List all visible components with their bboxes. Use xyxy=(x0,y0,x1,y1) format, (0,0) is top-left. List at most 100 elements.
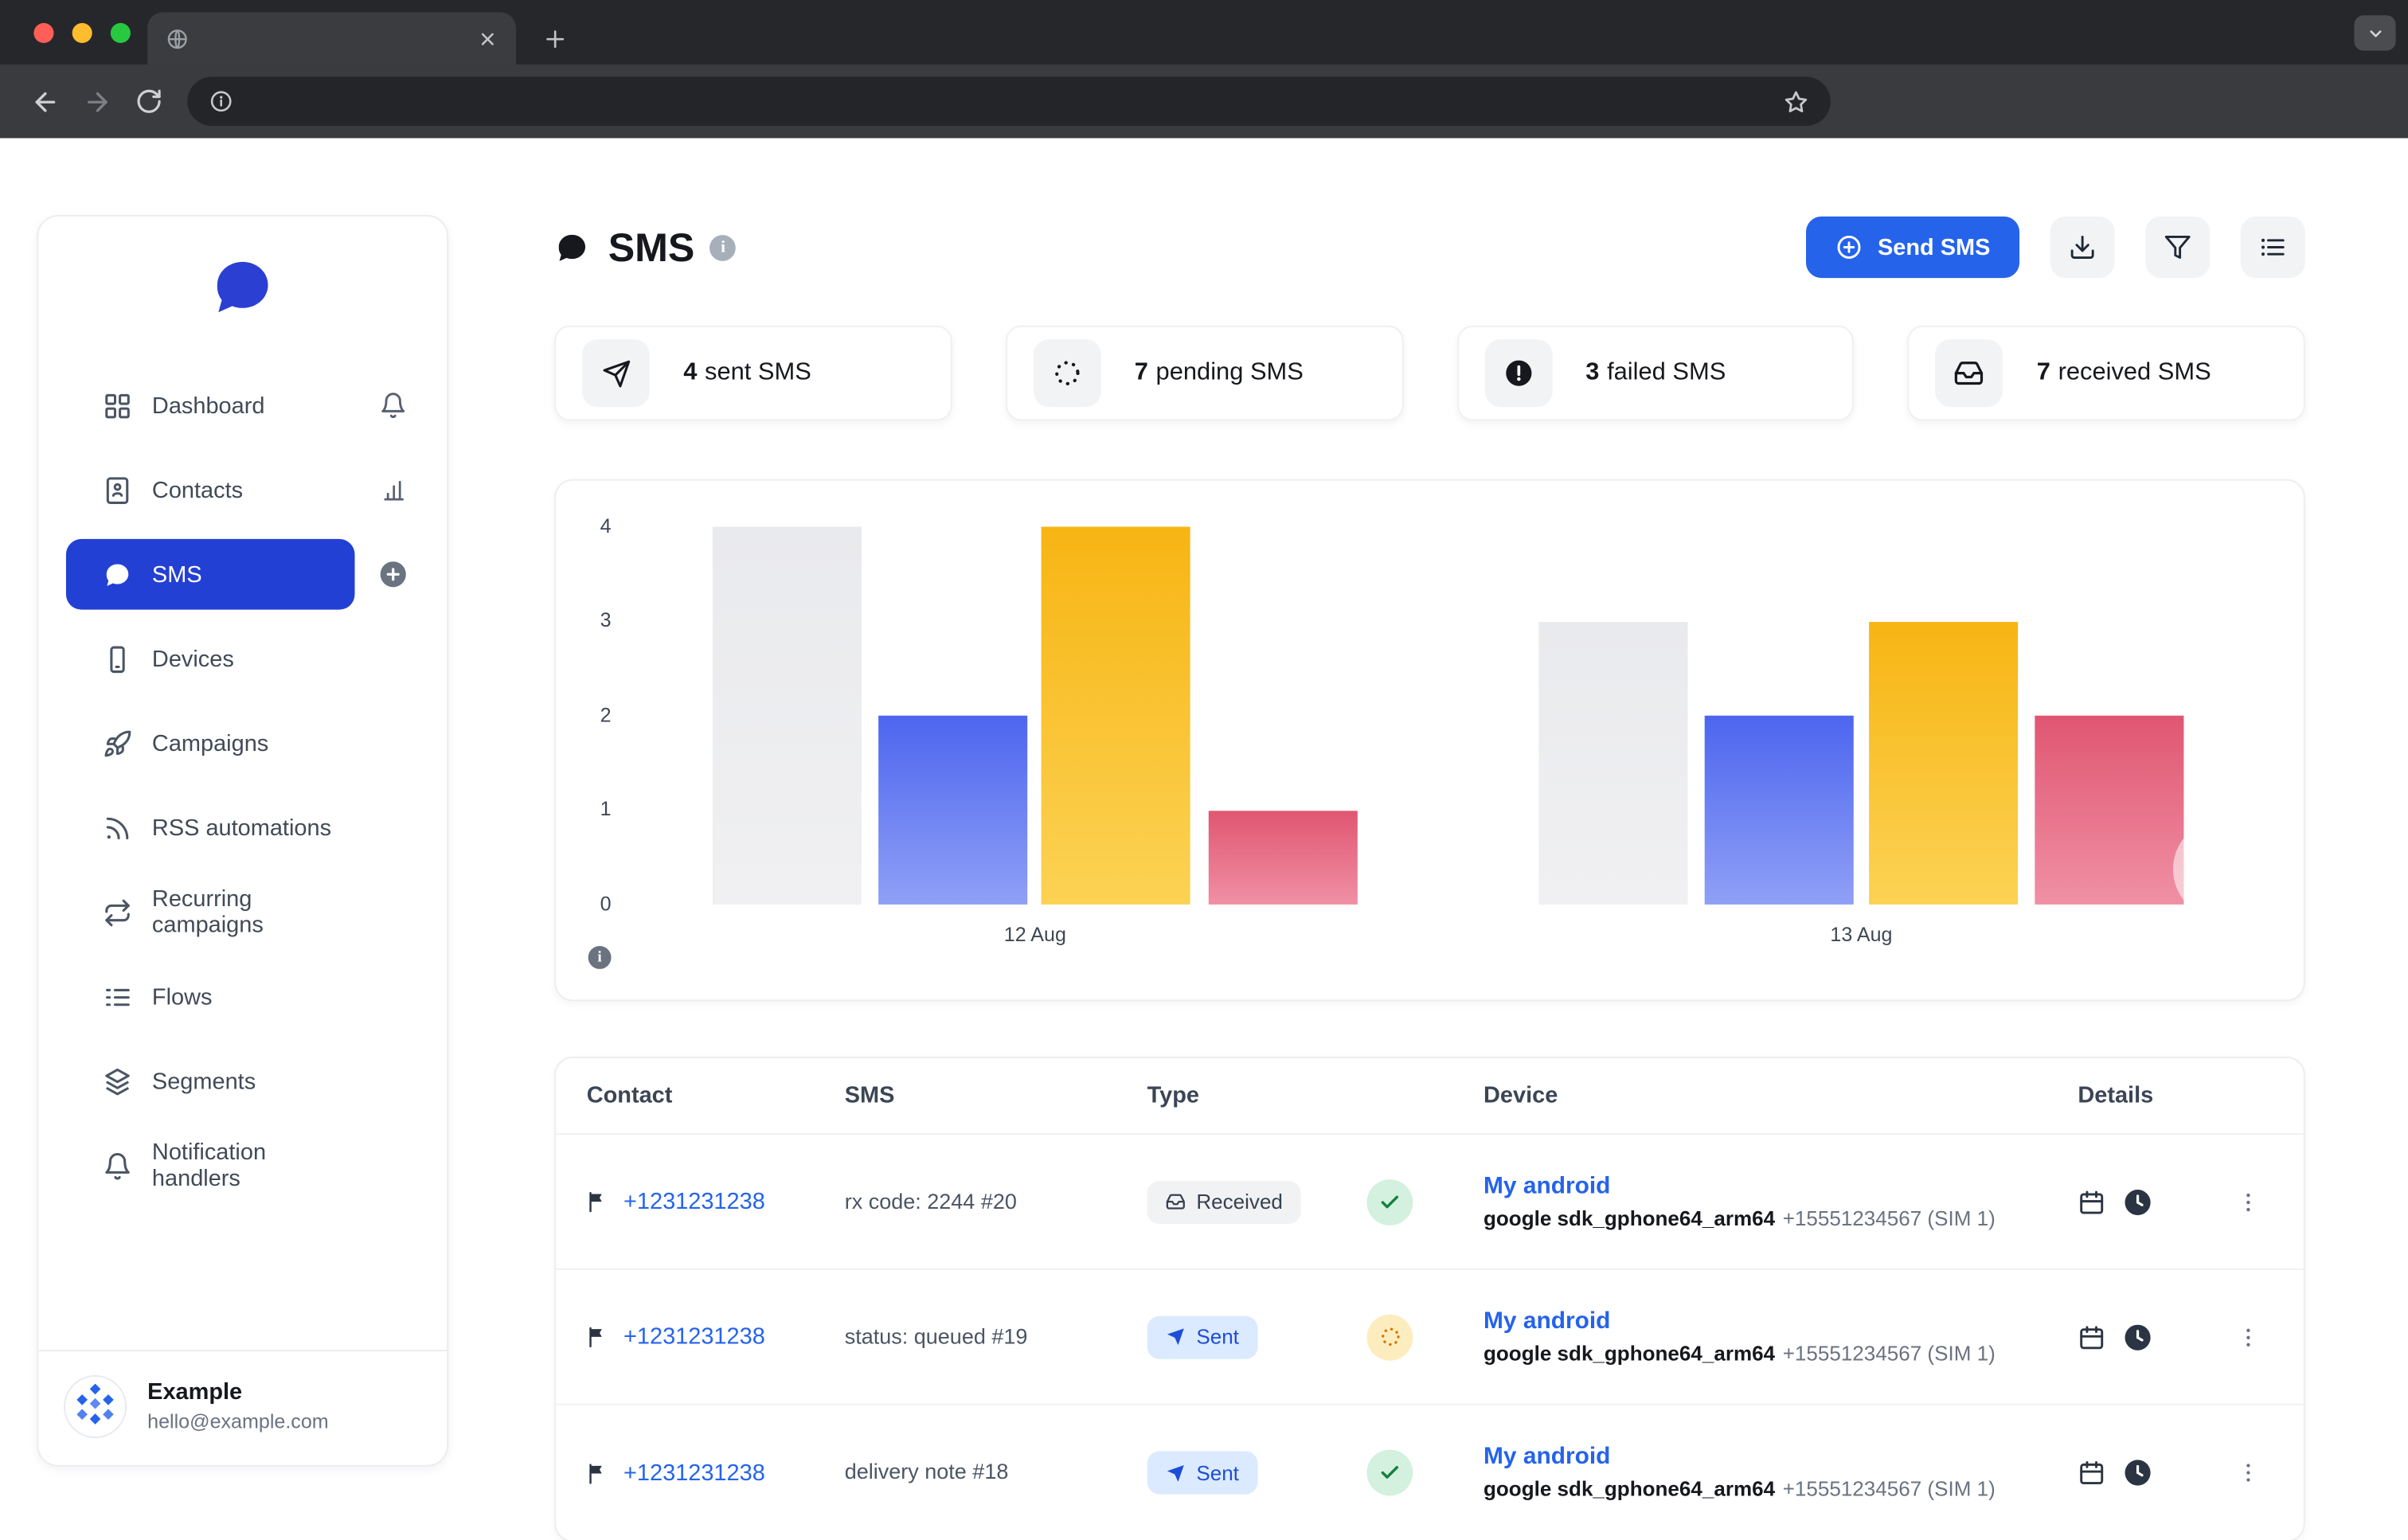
clock-icon[interactable] xyxy=(2122,1186,2153,1218)
row-menu-button[interactable] xyxy=(2236,1190,2261,1214)
chart-bar-received[interactable] xyxy=(713,526,862,904)
sidebar-item-flows[interactable]: Flows xyxy=(66,961,355,1032)
table-row: +1231231238 delivery note #18 Sent xyxy=(556,1405,2304,1540)
browser-tabstrip xyxy=(0,0,2408,64)
chart-bar-sent[interactable] xyxy=(878,716,1027,905)
clock-icon[interactable] xyxy=(2122,1457,2153,1488)
contact-link[interactable]: +1231231238 xyxy=(624,1323,765,1350)
table-row: +1231231238 status: queued #19 Sent xyxy=(556,1270,2304,1405)
chart-plot-area xyxy=(622,526,2276,904)
row-menu-button[interactable] xyxy=(2236,1324,2261,1349)
device-link[interactable]: My android xyxy=(1484,1172,1610,1198)
y-axis-tick: 0 xyxy=(569,892,612,915)
sidebar-item-recurring-campaigns[interactable]: Recurring campaigns xyxy=(66,877,355,948)
chat-bubble-icon xyxy=(103,560,132,589)
tab-search-button[interactable] xyxy=(2354,15,2395,50)
sidebar-item-devices[interactable]: Devices xyxy=(66,623,355,694)
close-tab-icon[interactable] xyxy=(478,29,498,49)
chart-bar-failed[interactable] xyxy=(1209,810,1358,905)
app-logo[interactable] xyxy=(66,250,420,369)
stat-text: 4sent SMS xyxy=(683,359,811,387)
plus-circle-icon[interactable] xyxy=(376,557,409,591)
smartphone-icon xyxy=(103,644,132,674)
calendar-icon[interactable] xyxy=(2078,1188,2105,1216)
sms-table: Contact SMS Type Device Details +1231231… xyxy=(554,1057,2305,1540)
stat-label: pending SMS xyxy=(1156,359,1304,385)
send-sms-button[interactable]: Send SMS xyxy=(1805,217,2019,278)
minimize-window-button[interactable] xyxy=(72,22,92,42)
list-view-button[interactable] xyxy=(2241,217,2305,278)
chart-bar-pending[interactable] xyxy=(1869,621,2018,905)
type-badge-label: Received xyxy=(1196,1190,1283,1214)
account-info: Example hello@example.com xyxy=(147,1378,329,1436)
x-axis-label: 12 Aug xyxy=(1004,923,1066,946)
forward-button[interactable] xyxy=(71,75,123,127)
sidebar-item-label: Segments xyxy=(152,1068,256,1094)
globe-favicon-icon xyxy=(166,27,189,50)
device-number: +15551234567 (SIM 1) xyxy=(1783,1477,1996,1500)
y-axis-tick: 1 xyxy=(569,797,612,820)
type-badge-sent: Sent xyxy=(1147,1451,1257,1494)
calendar-icon[interactable] xyxy=(2078,1459,2105,1487)
url-input[interactable] xyxy=(248,89,1767,114)
chart-bar-received[interactable] xyxy=(1538,621,1687,905)
logo-watermark xyxy=(2173,819,2274,920)
export-button[interactable] xyxy=(2050,217,2115,278)
site-info-icon[interactable] xyxy=(209,89,233,114)
chart-bar-sent[interactable] xyxy=(1705,716,1854,905)
bookmark-star-icon[interactable] xyxy=(1783,88,1809,115)
account-section[interactable]: Example hello@example.com xyxy=(38,1350,447,1465)
nav-row-devices: Devices xyxy=(66,623,420,694)
device-link[interactable]: My android xyxy=(1484,1444,1610,1470)
info-icon[interactable]: i xyxy=(710,234,737,260)
stat-value: 7 xyxy=(2037,359,2050,385)
paper-plane-icon xyxy=(1166,1463,1186,1483)
sidebar-item-contacts[interactable]: Contacts xyxy=(66,455,355,526)
reload-button[interactable] xyxy=(123,75,175,127)
stat-card-failed: 3failed SMS xyxy=(1456,326,1854,421)
device-number: +15551234567 (SIM 1) xyxy=(1783,1206,1996,1229)
nav-row-notifications: Notification handlers xyxy=(66,1130,420,1201)
clock-icon[interactable] xyxy=(2122,1322,2153,1353)
nav-row-dashboard: Dashboard xyxy=(66,370,420,441)
sidebar-item-sms[interactable]: SMS xyxy=(66,539,355,610)
contact-link[interactable]: +1231231238 xyxy=(624,1189,765,1215)
sidebar-item-campaigns[interactable]: Campaigns xyxy=(66,708,355,779)
column-header-device: Device xyxy=(1484,1083,2078,1109)
chart-bar-pending[interactable] xyxy=(1042,526,1190,904)
screen: Dashboard Contacts xyxy=(0,0,2408,1540)
nav-row-recurring: Recurring campaigns xyxy=(66,877,420,948)
bar-chart-icon[interactable] xyxy=(376,473,409,506)
contact-link[interactable]: +1231231238 xyxy=(624,1460,765,1486)
close-window-button[interactable] xyxy=(33,22,53,42)
browser-tab[interactable] xyxy=(147,12,516,64)
send-sms-label: Send SMS xyxy=(1878,234,1990,260)
type-badge-label: Sent xyxy=(1196,1325,1239,1348)
zoom-window-button[interactable] xyxy=(111,22,131,42)
row-menu-button[interactable] xyxy=(2236,1460,2261,1485)
chart-info-icon[interactable]: i xyxy=(588,946,612,969)
device-model: google sdk_gphone64_arm64 xyxy=(1484,1342,1775,1365)
nav-row-contacts: Contacts xyxy=(66,455,420,526)
device-link[interactable]: My android xyxy=(1484,1307,1610,1334)
sidebar-item-dashboard[interactable]: Dashboard xyxy=(66,370,355,441)
sms-text: delivery note #18 xyxy=(845,1459,1009,1483)
calendar-icon[interactable] xyxy=(2078,1323,2105,1350)
sidebar-item-rss-automations[interactable]: RSS automations xyxy=(66,792,355,863)
page-header: SMS i Send SMS xyxy=(554,215,2305,279)
chart-bar-failed[interactable] xyxy=(2035,716,2183,905)
stat-text: 7received SMS xyxy=(2037,359,2211,387)
sidebar-item-notification-handlers[interactable]: Notification handlers xyxy=(66,1130,355,1201)
sidebar-item-label: RSS automations xyxy=(152,815,331,841)
new-tab-button[interactable] xyxy=(534,18,574,58)
stat-card-sent: 4sent SMS xyxy=(554,326,952,421)
sidebar-nav: Dashboard Contacts xyxy=(66,370,420,1215)
window-controls xyxy=(0,22,131,42)
back-button[interactable] xyxy=(18,75,71,127)
address-bar[interactable] xyxy=(187,76,1831,126)
filter-button[interactable] xyxy=(2145,217,2210,278)
bell-icon[interactable] xyxy=(376,389,409,422)
sidebar-item-label: Flows xyxy=(152,983,213,1010)
flag-icon xyxy=(587,1190,610,1214)
sidebar-item-segments[interactable]: Segments xyxy=(66,1046,355,1116)
